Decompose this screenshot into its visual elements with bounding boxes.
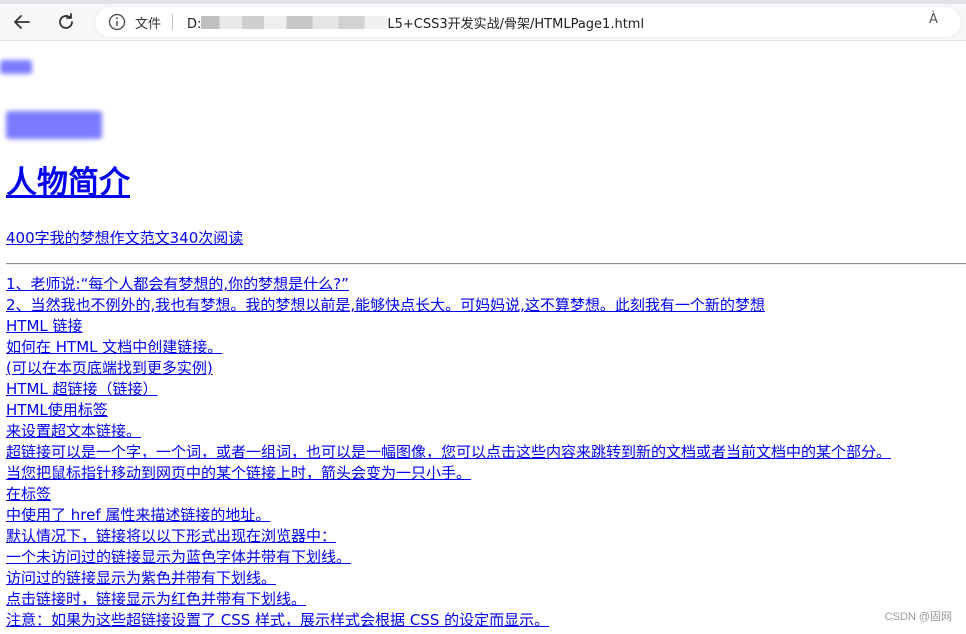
refresh-icon — [59, 13, 73, 29]
link-line[interactable]: 访问过的链接显示为紫色并带有下划线。 — [6, 568, 891, 589]
heading-profile-link[interactable]: 人物简介 — [6, 168, 130, 199]
address-separator — [172, 14, 173, 30]
url-redacted-segment — [201, 16, 388, 29]
url-text[interactable]: D: L5+CSS3开发实战/骨架/HTMLPage1.html — [187, 13, 644, 32]
link-line[interactable]: 1、老师说:“每个人都会有梦想的,你的梦想是什么?” — [6, 274, 891, 295]
file-protocol-label: 文件 — [135, 17, 162, 32]
link-line[interactable]: 超链接可以是一个字，一个词，或者一组词，也可以是一幅图像，您可以点击这些内容来跳… — [6, 442, 891, 463]
link-line[interactable]: HTML 超链接（链接） — [6, 379, 891, 400]
page-content: 人物简介 400字我的梦想作文范文340次阅读 1、老师说:“每个人都会有梦想的… — [0, 41, 966, 634]
link-line[interactable]: 注意：如果为这些超链接设置了 CSS 样式，展示样式会根据 CSS 的设定而显示… — [6, 610, 891, 631]
csdn-watermark: CSDN @固网 — [884, 611, 952, 623]
link-line[interactable]: HTML 链接 — [6, 316, 891, 337]
link-line[interactable]: 默认情况下，链接将以以下形式出现在浏览器中： — [6, 526, 891, 547]
link-line[interactable]: 来设置超文本链接。 — [6, 421, 891, 442]
essay-read-link[interactable]: 400字我的梦想作文范文340次阅读 — [6, 227, 243, 248]
link-line[interactable]: 当您把鼠标指针移动到网页中的某个链接上时，箭头会变为一只小手。 — [6, 463, 891, 484]
redacted-heading — [6, 111, 102, 139]
back-arrow-icon — [14, 15, 30, 29]
url-suffix: L5+CSS3开发实战/骨架/HTMLPage1.html — [387, 17, 645, 32]
back-button[interactable] — [6, 6, 38, 38]
url-prefix: D: — [187, 17, 202, 32]
redacted-top-text — [0, 60, 32, 74]
link-line[interactable]: HTML使用标签 — [6, 400, 891, 421]
link-line[interactable]: (可以在本页底端找到更多实例) — [6, 358, 891, 379]
link-lines-list: 1、老师说:“每个人都会有梦想的,你的梦想是什么?” 2、当然我也不例外的,我也… — [6, 274, 891, 631]
refresh-button[interactable] — [50, 6, 82, 38]
read-aloud-icon[interactable]: À — [929, 12, 951, 32]
link-line[interactable]: 在标签 — [6, 484, 891, 505]
link-line[interactable]: 2、当然我也不例外的,我也有梦想。我的梦想以前是,能够快点长大。可妈妈说,这不算… — [6, 295, 891, 316]
address-bar[interactable]: 文件 D: L5+CSS3开发实战/骨架/HTMLPage1.html À — [95, 7, 961, 37]
link-line[interactable]: 如何在 HTML 文档中创建链接。 — [6, 337, 891, 358]
link-line[interactable]: 一个未访问过的链接显示为蓝色字体并带有下划线。 — [6, 547, 891, 568]
browser-toolbar: 文件 D: L5+CSS3开发实战/骨架/HTMLPage1.html À — [0, 4, 966, 41]
link-line[interactable]: 中使用了 href 属性来描述链接的地址。 — [6, 505, 891, 526]
info-icon[interactable] — [108, 13, 126, 31]
link-line[interactable]: 点击链接时，链接显示为红色并带有下划线。 — [6, 589, 891, 610]
horizontal-rule — [6, 263, 966, 265]
